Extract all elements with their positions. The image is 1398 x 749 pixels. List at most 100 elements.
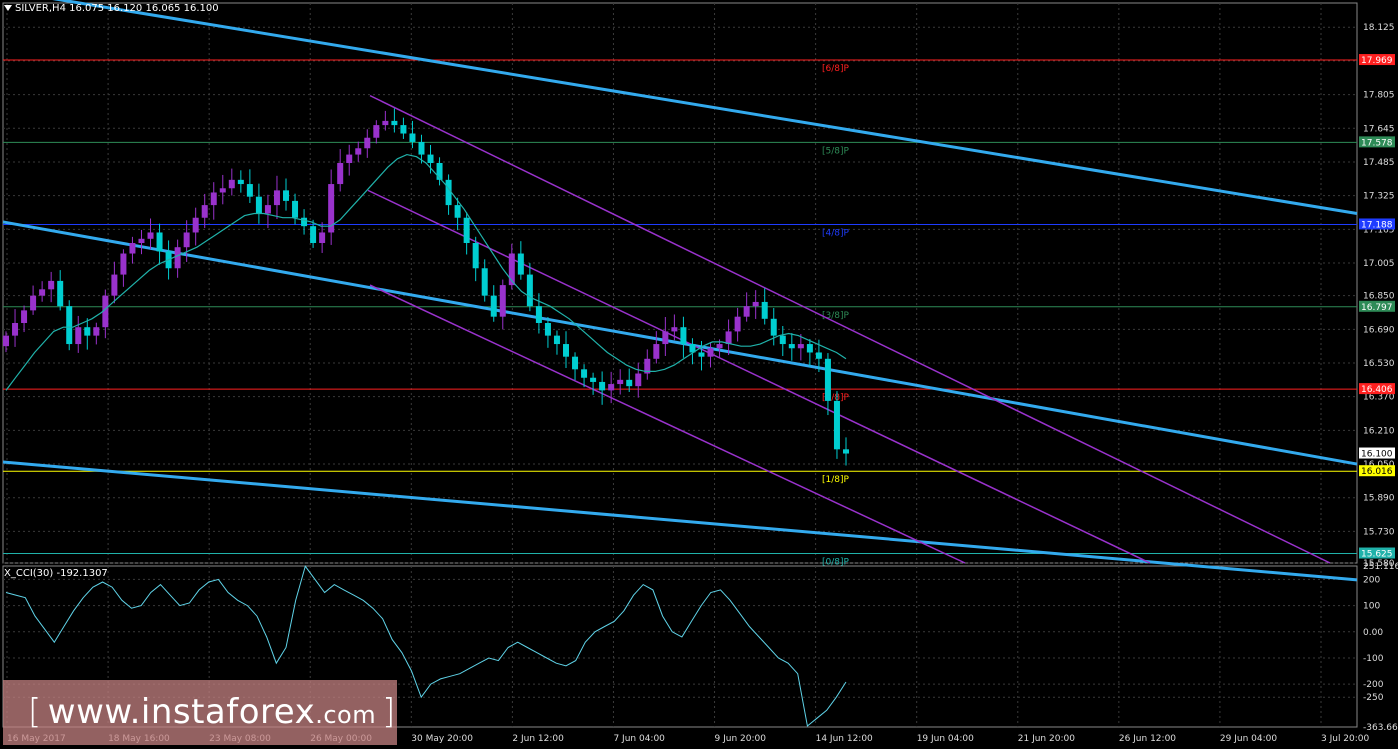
- candle-body: [409, 133, 416, 142]
- candle-body: [716, 344, 723, 349]
- candle-body: [734, 316, 741, 332]
- watermark-bracket-right: ]: [382, 692, 396, 732]
- price-tick-label: 16.530: [1363, 359, 1395, 369]
- candle-body: [391, 120, 398, 126]
- candle-body: [111, 274, 118, 296]
- candle-body: [129, 243, 136, 254]
- cci-label: X_CCI(30) -192.1307: [4, 568, 108, 579]
- candle-body: [210, 192, 217, 206]
- cci-tick-label: -200: [1363, 680, 1384, 690]
- candle-body: [833, 400, 840, 450]
- candle-body: [635, 373, 642, 387]
- time-tick-label: 30 May 20:00: [411, 734, 473, 744]
- candle-body: [400, 125, 407, 134]
- time-tick-label: 21 Jun 20:00: [1018, 734, 1075, 744]
- level-price-label: 17.578: [1361, 138, 1393, 148]
- price-tick-label: 18.125: [1363, 23, 1395, 33]
- price-tick-label: 17.805: [1363, 91, 1395, 101]
- candle-body: [797, 344, 804, 349]
- candle-body: [752, 301, 759, 307]
- murrey-levels: [6/8]P[5/8]P[4/8]P[3/8]P[2/8]P[1/8]P[0/8…: [3, 59, 1357, 568]
- time-tick-label: 29 Jun 04:00: [1220, 734, 1277, 744]
- cci-tick-label: 251.1164: [1363, 562, 1398, 572]
- candle-body: [418, 141, 425, 155]
- candle-body: [590, 377, 597, 382]
- price-tick-label: 15.730: [1363, 527, 1395, 537]
- symbol-header: SILVER,H4 16.075 16.120 16.065 16.100: [4, 3, 219, 14]
- current-price-label: 16.100: [1361, 450, 1393, 460]
- candle-body: [454, 205, 461, 218]
- candle-body: [725, 331, 732, 345]
- candle-body: [12, 323, 19, 336]
- candle-body: [30, 295, 37, 311]
- level-label: [0/8]P: [822, 558, 850, 568]
- candle-body: [264, 205, 271, 214]
- candle-body: [535, 306, 542, 323]
- candle-body: [553, 335, 560, 345]
- candle-body: [174, 247, 181, 269]
- level-price-label: 16.016: [1361, 467, 1393, 477]
- candle-body: [228, 179, 235, 189]
- candle-body: [3, 335, 9, 347]
- cci-tick-label: -363.663: [1363, 723, 1398, 733]
- candle-body: [237, 179, 244, 185]
- price-tick-label: 15.890: [1363, 494, 1395, 504]
- candle-body: [824, 358, 831, 401]
- level-price-label: 17.188: [1361, 220, 1393, 230]
- candle-body: [707, 348, 714, 357]
- candle-body: [517, 253, 524, 275]
- price-chart[interactable]: [6/8]P[5/8]P[4/8]P[3/8]P[2/8]P[1/8]P[0/8…: [0, 0, 1398, 749]
- level-label: [4/8]P: [822, 228, 850, 238]
- candle-body: [373, 125, 380, 138]
- candle-body: [662, 331, 669, 345]
- time-tick-label: 19 Jun 04:00: [917, 734, 974, 744]
- candle-body: [499, 285, 506, 317]
- candle-body: [337, 163, 344, 185]
- candle-body: [84, 327, 91, 336]
- candle-body: [273, 190, 280, 206]
- channel-line: [369, 284, 966, 564]
- cci-tick-label: 0.00: [1363, 628, 1383, 638]
- candle-body: [246, 184, 253, 197]
- candle-body: [382, 120, 389, 126]
- level-price-label: 17.969: [1361, 56, 1393, 66]
- candle-body: [626, 379, 633, 387]
- candle-body: [57, 280, 64, 307]
- candle-body: [843, 449, 849, 454]
- candle-body: [138, 238, 145, 243]
- price-tick-label: 17.645: [1363, 124, 1395, 134]
- dropdown-triangle-icon[interactable]: [4, 5, 12, 11]
- price-axis: 18.12517.96517.80517.64517.48517.32517.1…: [1359, 23, 1398, 733]
- price-tick-label: 17.005: [1363, 259, 1395, 269]
- candle-body: [490, 295, 497, 317]
- trend-line: [52, 0, 1358, 216]
- candle-body: [120, 253, 127, 275]
- level-price-label: 16.406: [1361, 385, 1393, 395]
- candle-body: [770, 318, 777, 336]
- symbol-line: SILVER,H4 16.075 16.120 16.065 16.100: [15, 3, 219, 14]
- level-price-label: 16.797: [1361, 303, 1393, 313]
- candle-body: [355, 148, 362, 155]
- candle-body: [572, 356, 579, 370]
- candle-body: [283, 190, 289, 201]
- level-price-label: 15.625: [1361, 550, 1393, 560]
- watermark-main: www.instaforex: [47, 692, 316, 732]
- trend-lines: [2, 0, 1358, 582]
- trend-line: [2, 220, 1358, 466]
- trend-line: [2, 460, 1358, 582]
- time-tick-label: 26 Jun 12:00: [1119, 734, 1176, 744]
- candle-body: [472, 243, 479, 269]
- watermark-bracket-left: [: [28, 692, 42, 732]
- candle-body: [21, 310, 28, 323]
- candle-body: [761, 301, 768, 319]
- candle-body: [544, 323, 551, 336]
- candle-body: [346, 154, 353, 163]
- candle-body: [680, 327, 687, 345]
- time-tick-label: 2 Jun 12:00: [512, 734, 564, 744]
- cci-tick-label: 200: [1363, 575, 1380, 585]
- candle-body: [581, 369, 588, 378]
- candle-body: [364, 137, 371, 149]
- candle-body: [48, 280, 55, 290]
- candle-body: [608, 384, 615, 391]
- candle-body: [427, 154, 434, 163]
